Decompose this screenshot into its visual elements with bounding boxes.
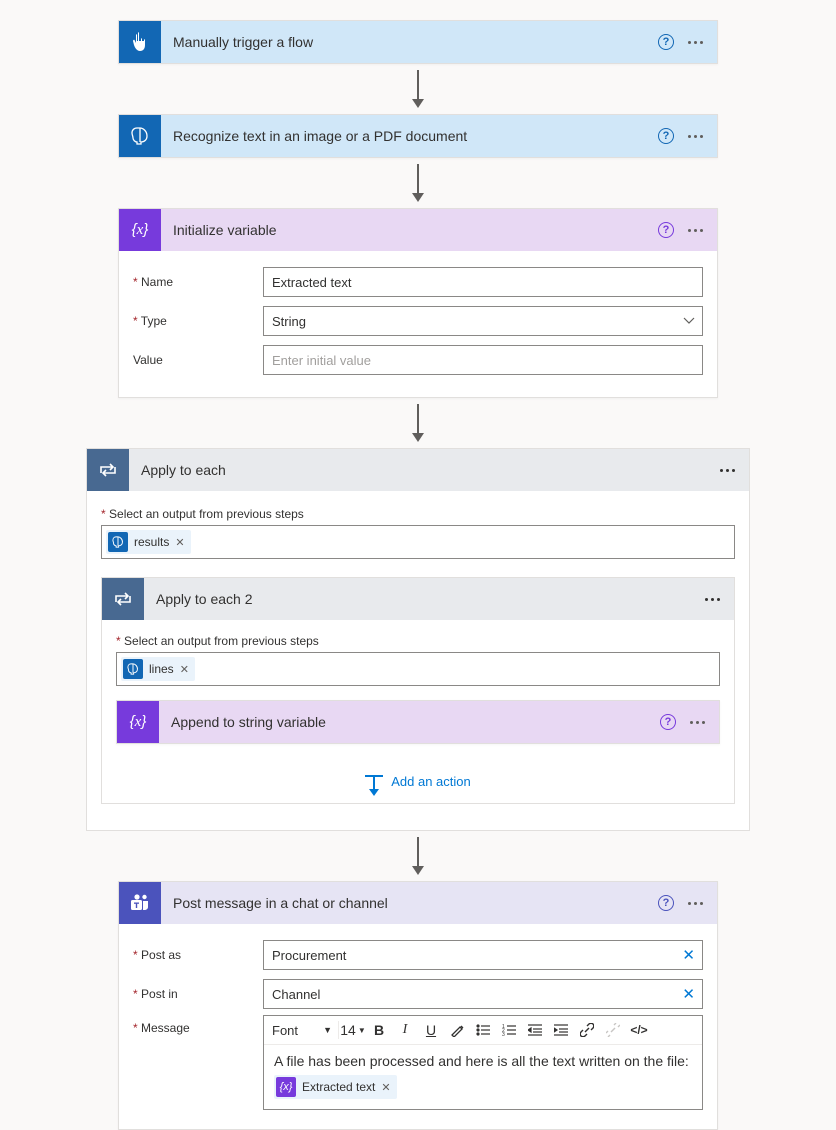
unlink-button — [601, 1018, 625, 1042]
scope-title: Apply to each — [129, 462, 720, 478]
message-body[interactable]: A file has been processed and here is al… — [264, 1045, 702, 1109]
more-menu[interactable] — [688, 41, 703, 44]
step-header[interactable]: Post message in a chat or channel ? — [119, 882, 717, 924]
step-title: Manually trigger a flow — [161, 34, 658, 50]
type-select[interactable] — [263, 306, 703, 336]
type-label: Type — [133, 314, 263, 328]
token-label: results — [134, 535, 169, 549]
select-output-label: * Select an output from previous steps — [101, 507, 735, 521]
more-menu[interactable] — [720, 469, 735, 472]
add-action-icon — [365, 775, 383, 789]
teams-icon — [119, 882, 161, 924]
postin-select[interactable] — [263, 979, 703, 1009]
variable-icon: {x} — [276, 1077, 296, 1097]
add-action-label: Add an action — [391, 774, 471, 789]
clear-icon[interactable]: ✕ — [682, 946, 695, 964]
recognize-text-step[interactable]: Recognize text in an image or a PDF docu… — [118, 114, 718, 158]
variable-icon: {x} — [117, 701, 159, 743]
indent-button[interactable] — [549, 1018, 573, 1042]
more-menu[interactable] — [705, 598, 720, 601]
more-menu[interactable] — [688, 135, 703, 138]
add-action-button[interactable]: Add an action — [116, 774, 720, 789]
help-icon[interactable]: ? — [658, 895, 674, 911]
step-header[interactable]: {x} Initialize variable ? — [119, 209, 717, 251]
token-label: Extracted text — [302, 1080, 375, 1094]
output-token-box[interactable]: lines ✕ — [116, 652, 720, 686]
select-output-label: * Select an output from previous steps — [116, 634, 720, 648]
ai-brain-icon — [119, 115, 161, 157]
fontsize-select[interactable]: 14▼ — [341, 1018, 365, 1042]
initialize-variable-step: {x} Initialize variable ? Name Type — [118, 208, 718, 398]
scope-header[interactable]: Apply to each 2 — [102, 578, 734, 620]
results-token[interactable]: results ✕ — [106, 530, 191, 554]
value-input[interactable] — [263, 345, 703, 375]
connector-arrow — [412, 404, 424, 442]
touch-icon — [119, 21, 161, 63]
remove-token-icon[interactable]: ✕ — [180, 663, 189, 676]
ai-icon — [108, 532, 128, 552]
step-title: Append to string variable — [159, 714, 660, 730]
append-string-step[interactable]: {x} Append to string variable ? — [116, 700, 720, 744]
value-label: Value — [133, 353, 263, 367]
remove-token-icon[interactable]: ✕ — [381, 1081, 390, 1094]
codeview-button[interactable]: </> — [627, 1018, 651, 1042]
apply-to-each-scope: Apply to each * Select an output from pr… — [86, 448, 750, 831]
scope-header[interactable]: Apply to each — [87, 449, 749, 491]
token-label: lines — [149, 662, 174, 676]
postas-select[interactable] — [263, 940, 703, 970]
loop-icon — [87, 449, 129, 491]
postas-label: Post as — [133, 948, 263, 962]
extracted-text-token[interactable]: {x} Extracted text ✕ — [274, 1075, 397, 1099]
output-token-box[interactable]: results ✕ — [101, 525, 735, 559]
postin-label: Post in — [133, 987, 263, 1001]
underline-button[interactable]: U — [419, 1018, 443, 1042]
message-text: A file has been processed and here is al… — [274, 1053, 692, 1069]
step-title: Post message in a chat or channel — [161, 895, 658, 911]
step-title: Recognize text in an image or a PDF docu… — [161, 128, 658, 144]
help-icon[interactable]: ? — [658, 128, 674, 144]
trigger-step[interactable]: Manually trigger a flow ? — [118, 20, 718, 64]
fontcolor-button[interactable] — [445, 1018, 469, 1042]
help-icon[interactable]: ? — [660, 714, 676, 730]
clear-icon[interactable]: ✕ — [682, 985, 695, 1003]
connector-arrow — [412, 164, 424, 202]
numbering-button[interactable]: 123 — [497, 1018, 521, 1042]
outdent-button[interactable] — [523, 1018, 547, 1042]
bold-button[interactable]: B — [367, 1018, 391, 1042]
svg-text:3: 3 — [502, 1032, 505, 1036]
richtext-toolbar: Font▼ 14▼ B I U 123 — [264, 1016, 702, 1045]
step-title: Initialize variable — [161, 222, 658, 238]
apply-to-each-2-scope: Apply to each 2 * Select an output from … — [101, 577, 735, 804]
name-label: Name — [133, 275, 263, 289]
name-input[interactable] — [263, 267, 703, 297]
ai-icon — [123, 659, 143, 679]
link-button[interactable] — [575, 1018, 599, 1042]
variable-icon: {x} — [119, 209, 161, 251]
lines-token[interactable]: lines ✕ — [121, 657, 195, 681]
font-select[interactable]: Font▼ — [268, 1018, 336, 1042]
message-label: Message — [133, 1015, 263, 1035]
remove-token-icon[interactable]: ✕ — [175, 536, 184, 549]
teams-post-step: Post message in a chat or channel ? Post… — [118, 881, 718, 1130]
more-menu[interactable] — [690, 721, 705, 724]
richtext-editor: Font▼ 14▼ B I U 123 — [263, 1015, 703, 1110]
more-menu[interactable] — [688, 902, 703, 905]
connector-arrow — [412, 837, 424, 875]
bullets-button[interactable] — [471, 1018, 495, 1042]
scope-title: Apply to each 2 — [144, 591, 705, 607]
more-menu[interactable] — [688, 229, 703, 232]
connector-arrow — [412, 70, 424, 108]
help-icon[interactable]: ? — [658, 34, 674, 50]
help-icon[interactable]: ? — [658, 222, 674, 238]
italic-button[interactable]: I — [393, 1018, 417, 1042]
loop-icon — [102, 578, 144, 620]
